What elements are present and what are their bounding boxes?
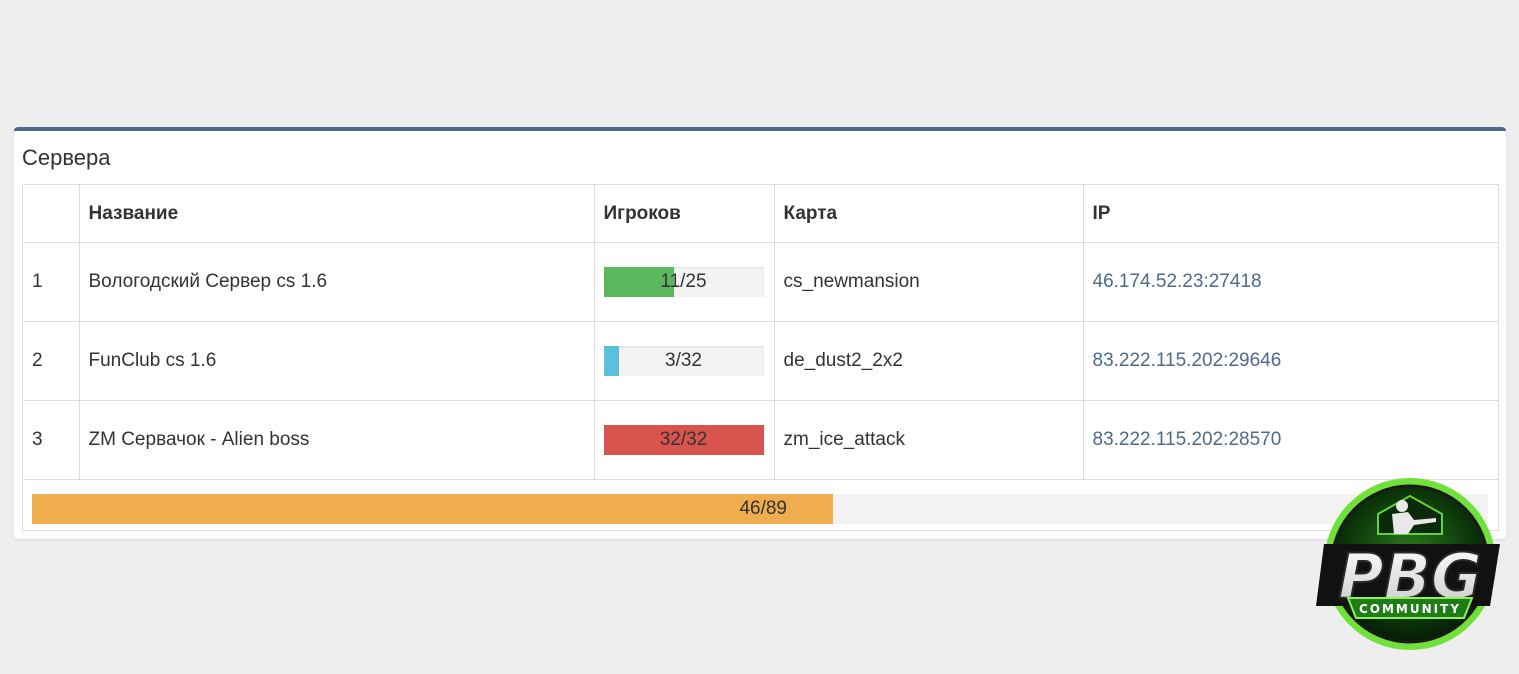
map-name: de_dust2_2x2 [773, 321, 1084, 401]
col-header-ip: IP [1082, 185, 1498, 243]
servers-panel: Сервера Название Игроков Карта IP 1 Воло… [14, 127, 1506, 539]
total-players-progress-bar: 46/89 [32, 494, 1488, 524]
server-ip[interactable]: 46.174.52.23:27418 [1082, 242, 1498, 322]
players-cell: 11/25 [593, 242, 775, 322]
panel-title: Сервера [22, 145, 111, 170]
pbg-community-logo: PBG COMMUNITY [1304, 474, 1516, 656]
server-name: FunClub cs 1.6 [78, 321, 595, 401]
table-row: 2 FunClub cs 1.6 3/32 de_dust2_2x2 83.22… [23, 321, 1498, 401]
row-number: 1 [23, 242, 80, 322]
players-count: 32/32 [659, 429, 708, 450]
table-row: 1 Вологодский Сервер cs 1.6 11/25 cs_new… [23, 242, 1498, 322]
players-count: 11/25 [660, 271, 707, 292]
servers-table-wrap: Название Игроков Карта IP 1 Вологодский … [22, 184, 1499, 531]
col-header-map: Карта [773, 185, 1084, 243]
col-header-num [23, 185, 80, 243]
servers-table: Название Игроков Карта IP 1 Вологодский … [23, 185, 1498, 480]
players-progress-bar: 3/32 [603, 346, 764, 376]
players-cell: 3/32 [593, 321, 775, 401]
logo-subtext: COMMUNITY [1359, 602, 1461, 616]
server-name: Вологодский Сервер cs 1.6 [78, 242, 595, 322]
players-progress-bar: 11/25 [603, 267, 764, 297]
map-name: cs_newmansion [773, 242, 1084, 322]
col-header-name: Название [78, 185, 595, 243]
row-number: 2 [23, 321, 80, 401]
row-number: 3 [23, 400, 80, 480]
players-count: 3/32 [665, 350, 702, 371]
table-row: 3 ZM Сервачок - Alien boss 32/32 zm_ice_… [23, 400, 1498, 480]
server-ip[interactable]: 83.222.115.202:28570 [1082, 400, 1498, 480]
table-header-row: Название Игроков Карта IP [23, 185, 1498, 243]
logo-graphic: PBG COMMUNITY [1316, 478, 1500, 650]
server-ip[interactable]: 83.222.115.202:29646 [1082, 321, 1498, 401]
server-name: ZM Сервачок - Alien boss [78, 400, 595, 480]
players-cell: 32/32 [593, 400, 775, 480]
col-header-players: Игроков [593, 185, 775, 243]
players-progress-bar: 32/32 [603, 425, 764, 455]
map-name: zm_ice_attack [773, 400, 1084, 480]
total-players-count: 46/89 [739, 498, 787, 519]
